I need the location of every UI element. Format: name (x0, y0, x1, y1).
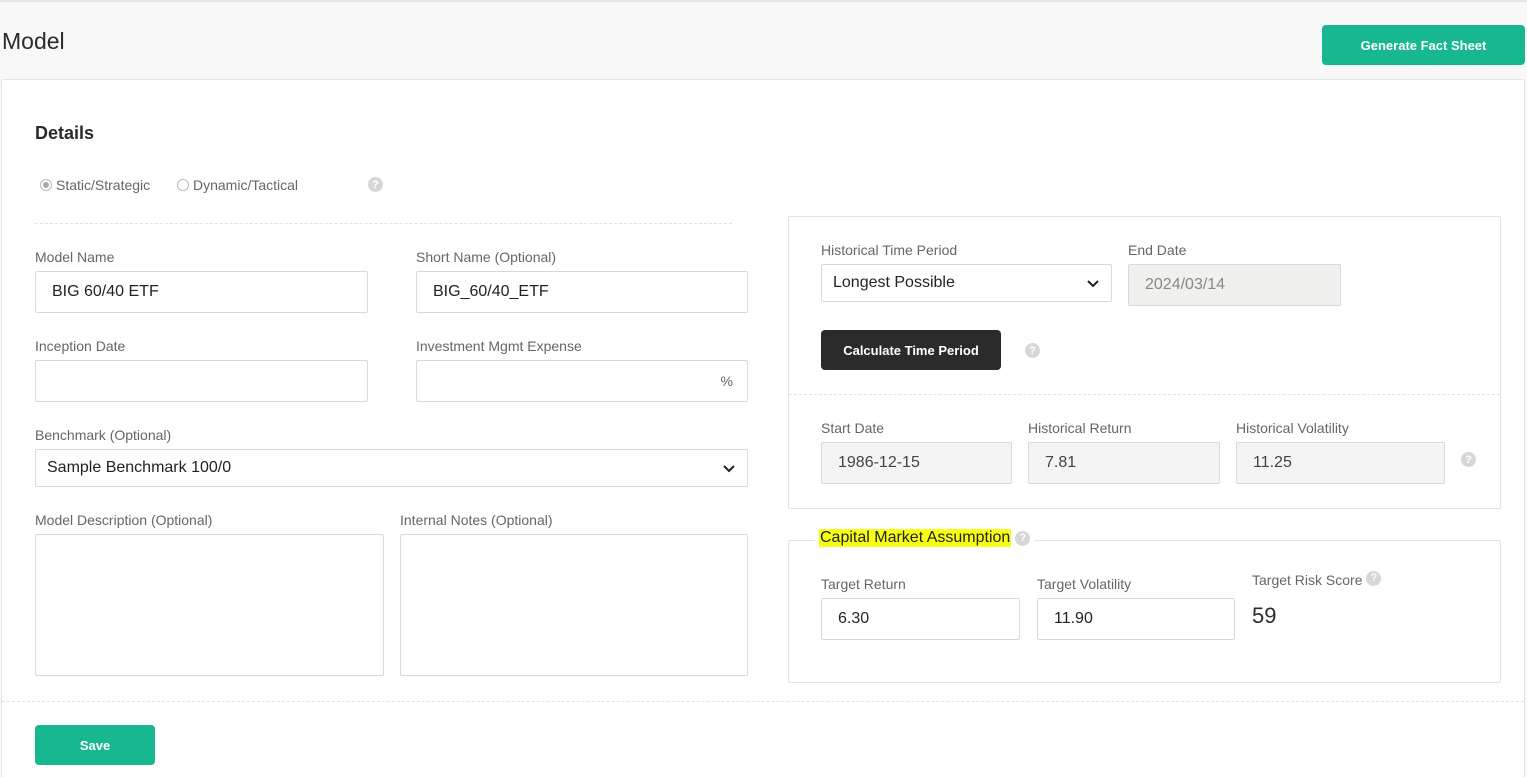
percent-suffix: % (720, 373, 733, 389)
chevron-down-icon (723, 465, 735, 473)
benchmark-value: Sample Benchmark 100/0 (47, 459, 232, 476)
end-date-input[interactable]: 2024/03/14 (1128, 264, 1341, 306)
radio-dynamic-tactical[interactable]: Dynamic/Tactical (177, 177, 298, 193)
start-date-label: Start Date (821, 420, 885, 436)
short-name-input[interactable]: BIG_60/40_ETF (416, 271, 748, 313)
historical-divider (789, 394, 1500, 395)
calc-help-icon[interactable]: ? (1025, 343, 1040, 358)
target-return-input[interactable]: 6.30 (821, 598, 1020, 640)
chevron-down-icon (1087, 280, 1099, 288)
page-title: Model (2, 28, 65, 54)
radio-dynamic-label: Dynamic/Tactical (193, 177, 299, 193)
internal-notes-textarea[interactable] (400, 534, 748, 676)
target-volatility-input[interactable]: 11.90 (1037, 598, 1235, 640)
target-return-label: Target Return (821, 576, 906, 592)
historical-return-input[interactable]: 7.81 (1028, 442, 1220, 484)
time-period-select[interactable]: Longest Possible (821, 264, 1112, 302)
calculate-time-period-button[interactable]: Calculate Time Period (821, 330, 1001, 370)
radio-static-indicator[interactable] (40, 179, 52, 191)
mgmt-expense-input[interactable]: % (416, 360, 748, 402)
save-button[interactable]: Save (35, 725, 155, 765)
volatility-help-icon[interactable]: ? (1461, 452, 1476, 467)
target-risk-header: Target Risk Score ? (1252, 570, 1382, 588)
historical-volatility-label: Historical Volatility (1236, 420, 1349, 436)
cma-legend: Capital Market Assumption ? (815, 529, 1035, 547)
radio-dynamic-indicator[interactable] (177, 179, 189, 191)
radio-static-strategic[interactable]: Static/Strategic (40, 177, 150, 193)
inception-date-label: Inception Date (35, 338, 126, 354)
end-date-label: End Date (1128, 242, 1187, 258)
historical-return-label: Historical Return (1028, 420, 1132, 436)
radio-static-label: Static/Strategic (56, 177, 151, 193)
benchmark-select[interactable]: Sample Benchmark 100/0 (35, 449, 748, 487)
model-card: Details Static/Strategic Dynamic/Tactica… (1, 79, 1525, 777)
target-risk-label: Target Risk Score (1252, 572, 1363, 588)
model-description-label: Model Description (Optional) (35, 512, 213, 528)
strategy-help-icon[interactable]: ? (368, 177, 383, 192)
target-risk-value: 59 (1252, 603, 1277, 628)
footer-divider (2, 701, 1524, 702)
start-date-input[interactable]: 1986-12-15 (821, 442, 1012, 484)
inception-date-input[interactable] (35, 360, 368, 402)
risk-help-icon[interactable]: ? (1366, 570, 1382, 586)
details-title: Details (35, 123, 95, 143)
benchmark-label: Benchmark (Optional) (35, 427, 172, 443)
target-volatility-label: Target Volatility (1037, 576, 1132, 592)
time-period-value: Longest Possible (833, 274, 955, 291)
time-period-label: Historical Time Period (821, 242, 958, 258)
cma-help-icon[interactable]: ? (1015, 530, 1031, 546)
generate-fact-sheet-button[interactable]: Generate Fact Sheet (1322, 25, 1525, 65)
short-name-label: Short Name (Optional) (416, 249, 557, 265)
internal-notes-label: Internal Notes (Optional) (400, 512, 553, 528)
model-description-textarea[interactable] (35, 534, 384, 676)
mgmt-expense-label: Investment Mgmt Expense (416, 338, 582, 354)
historical-volatility-input[interactable]: 11.25 (1236, 442, 1445, 484)
details-divider (35, 223, 732, 224)
model-name-label: Model Name (35, 249, 115, 265)
cma-title: Capital Market Assumption (819, 529, 1012, 547)
top-border (0, 0, 1527, 2)
model-name-input[interactable]: BIG 60/40 ETF (35, 271, 368, 313)
